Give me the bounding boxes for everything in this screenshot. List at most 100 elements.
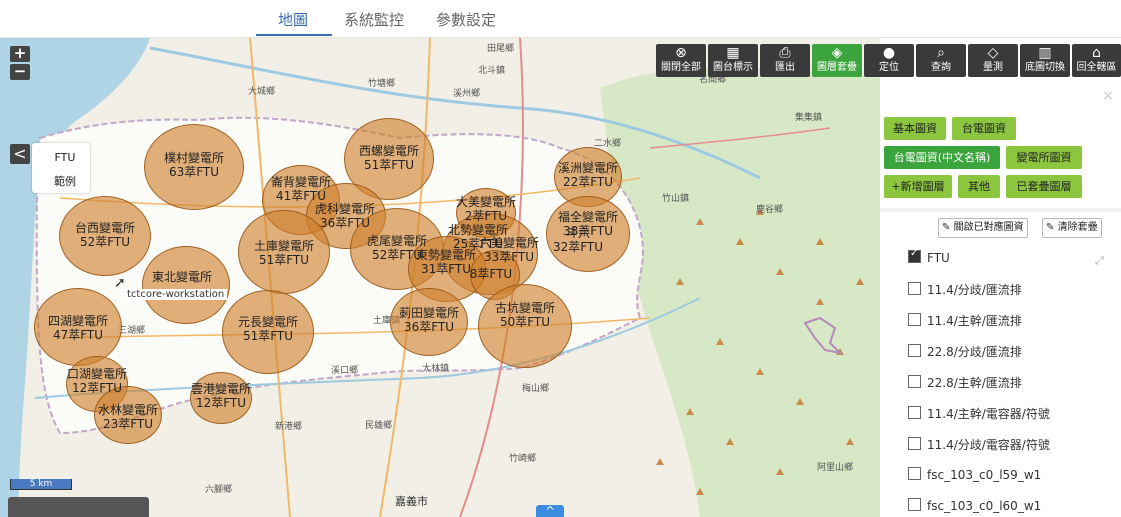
checkbox[interactable] (908, 375, 921, 388)
place-label: 六腳鄉 (205, 485, 233, 495)
place-label: 集集鎮 (795, 113, 823, 123)
checkbox[interactable] (908, 313, 921, 326)
layer-item[interactable]: fsc_103_c0_l59_w1 (908, 467, 1041, 485)
tab-system-monitor[interactable]: 系統監控 (344, 9, 404, 30)
printer-icon: ⎙ (779, 45, 791, 61)
checkbox-checked[interactable] (908, 248, 921, 263)
hover-tooltip: tctcore-workstation (124, 289, 228, 300)
place-label: 竹崎鄉 (509, 454, 537, 464)
substation-label: 元長變電所 51萃FTU (237, 315, 299, 343)
substation-data-button[interactable]: 變電所圖資 (1006, 146, 1082, 169)
zoom-in-button[interactable]: + (10, 46, 30, 62)
expand-icon[interactable]: ⤢ (1095, 254, 1104, 268)
active-tab-indicator (256, 34, 332, 36)
legend-item-example[interactable]: 範例 (36, 173, 94, 189)
substation-label: 土庫變電所 51萃FTU (253, 239, 315, 267)
substation-label: 虎科變電所 36萃FTU (314, 202, 376, 230)
clear-overlay-button[interactable]: ✎ 清除套疊 (1042, 218, 1102, 238)
substation-label: 東北變電所 (151, 270, 213, 284)
scale-tray (8, 497, 149, 517)
locate-button[interactable]: ● 定位 (864, 44, 914, 77)
eraser-icon: ✎ (1046, 222, 1055, 233)
layer-item[interactable]: 22.8/分歧/匯流排 (908, 343, 1022, 361)
checkbox[interactable] (908, 282, 921, 295)
layer-item[interactable]: 11.4/分歧/匯流排 (908, 281, 1022, 299)
place-label: 大城鄉 (248, 87, 276, 97)
export-button[interactable]: ⎙ 匯出 (760, 44, 810, 77)
basic-data-button[interactable]: 基本圖資 (884, 117, 946, 140)
home-extent-icon: ⌂ (1092, 45, 1101, 61)
substation-label: 崙背變電所 41萃FTU (270, 175, 332, 203)
substation-label: 8萃FTU (469, 267, 513, 281)
basemap-switch-button[interactable]: ▥ 底圖切換 (1020, 44, 1070, 77)
close-circle-icon: ⊗ (675, 45, 687, 61)
top-tab-bar: 地圖 系統監控 參數設定 (0, 0, 1121, 38)
add-layer-button[interactable]: +新增圖層 (884, 175, 952, 198)
place-label: 三湖鄉 (118, 326, 146, 336)
measure-button[interactable]: ◇ 量測 (968, 44, 1018, 77)
map-icon: ▦ (726, 45, 740, 61)
ruler-icon: ◇ (987, 45, 999, 61)
layer-item[interactable]: 11.4/主幹/匯流排 (908, 312, 1022, 330)
place-label: 鹿谷鄉 (756, 205, 784, 215)
place-label: 大林鎮 (422, 364, 450, 374)
substation-label: 莿田變電所 36萃FTU (398, 306, 460, 334)
substation-label: 水林變電所 23萃FTU (97, 403, 159, 431)
overlaid-layers-button[interactable]: 已套疊圖層 (1006, 175, 1082, 198)
close-all-button[interactable]: ⊗ 關閉全部 (656, 44, 706, 77)
query-button[interactable]: ⌕ 查詢 (916, 44, 966, 77)
open-mapped-data-button[interactable]: ✎ 關啟已對應圖資 (938, 218, 1028, 238)
substation-label: 古坑變電所 50萃FTU (494, 301, 556, 329)
taipower-data-button[interactable]: 台電圖資 (952, 117, 1016, 140)
substation-circle[interactable] (142, 246, 230, 324)
place-label: 竹塘鄉 (368, 79, 396, 89)
map-marking-button[interactable]: ▦ 圖台標示 (708, 44, 758, 77)
substation-label: 溪洲變電所 22萃FTU (557, 161, 619, 189)
scale-bar: 5 km (10, 479, 72, 490)
substation-label: 台西變電所 52萃FTU (74, 221, 136, 249)
place-label: 嘉義市 (395, 495, 428, 508)
place-label: 梅山鄉 (522, 384, 550, 394)
layer-item[interactable]: FTU (908, 248, 950, 268)
panel-divider (880, 208, 1121, 212)
place-label: 民雄鄉 (365, 421, 393, 431)
basemap-switch-icon: ▥ (1038, 45, 1052, 61)
substation-label: 大美變電所 2萃FTU (455, 195, 517, 223)
chevron-up-icon[interactable]: ^ (536, 505, 564, 517)
layer-item[interactable]: fsc_103_c0_l60_w1 (908, 498, 1041, 516)
tab-map[interactable]: 地圖 (278, 9, 308, 30)
close-icon[interactable]: × (1102, 88, 1114, 104)
place-label: 溪州鄉 (453, 89, 481, 99)
checkbox[interactable] (908, 406, 921, 419)
checkbox[interactable] (908, 437, 921, 450)
substation-label: 六美變電所 33萃FTU (478, 236, 540, 264)
mountain-terrain (600, 67, 880, 517)
layer-item[interactable]: 11.4/主幹/電容器/符號 (908, 405, 1050, 423)
full-extent-button[interactable]: ⌂ 回全轄區 (1072, 44, 1121, 77)
place-label: 田尾鄉 (487, 44, 515, 54)
search-icon: ⌕ (937, 45, 945, 61)
zoom-out-button[interactable]: − (10, 64, 30, 80)
substation-label: 東勢變電所 31萃FTU (415, 248, 477, 276)
place-label: 溪口鄉 (331, 366, 359, 376)
checkbox[interactable] (908, 498, 921, 511)
substation-label: 口湖變電所 12萃FTU (66, 367, 128, 395)
substation-label: 斗六 32萃FTU (552, 226, 604, 254)
tab-parameter-settings[interactable]: 參數設定 (436, 9, 496, 30)
checkbox[interactable] (908, 344, 921, 357)
taipower-data-chinese-button[interactable]: 台電圖資(中文名稱) (884, 146, 1000, 169)
legend-toggle-button[interactable]: < (10, 144, 30, 164)
map-canvas[interactable]: 田尾鄉 竹塘鄉 北斗鎮 溪州鄉 大城鄉 名間鄉 集集鎮 二水鄉 竹山鎮 鹿谷鄉 … (0, 38, 880, 517)
place-label: 竹山鎮 (662, 194, 690, 204)
layer-overlay-button[interactable]: ◈ 圖層套疊 (812, 44, 862, 77)
other-button[interactable]: 其他 (958, 175, 1000, 198)
layer-item[interactable]: 11.4/分歧/電容器/符號 (908, 436, 1050, 454)
checkbox[interactable] (908, 467, 921, 480)
mouse-cursor-icon: ➚ (114, 275, 126, 291)
layer-item[interactable]: 22.8/主幹/匯流排 (908, 374, 1022, 392)
legend-item-ftu[interactable]: FTU (36, 151, 94, 164)
substation-label: 四湖變電所 47萃FTU (47, 314, 109, 342)
pencil-icon: ✎ (942, 222, 951, 233)
substation-label: 雲港變電所 12萃FTU (190, 382, 252, 410)
place-label: 二水鄉 (594, 139, 622, 149)
